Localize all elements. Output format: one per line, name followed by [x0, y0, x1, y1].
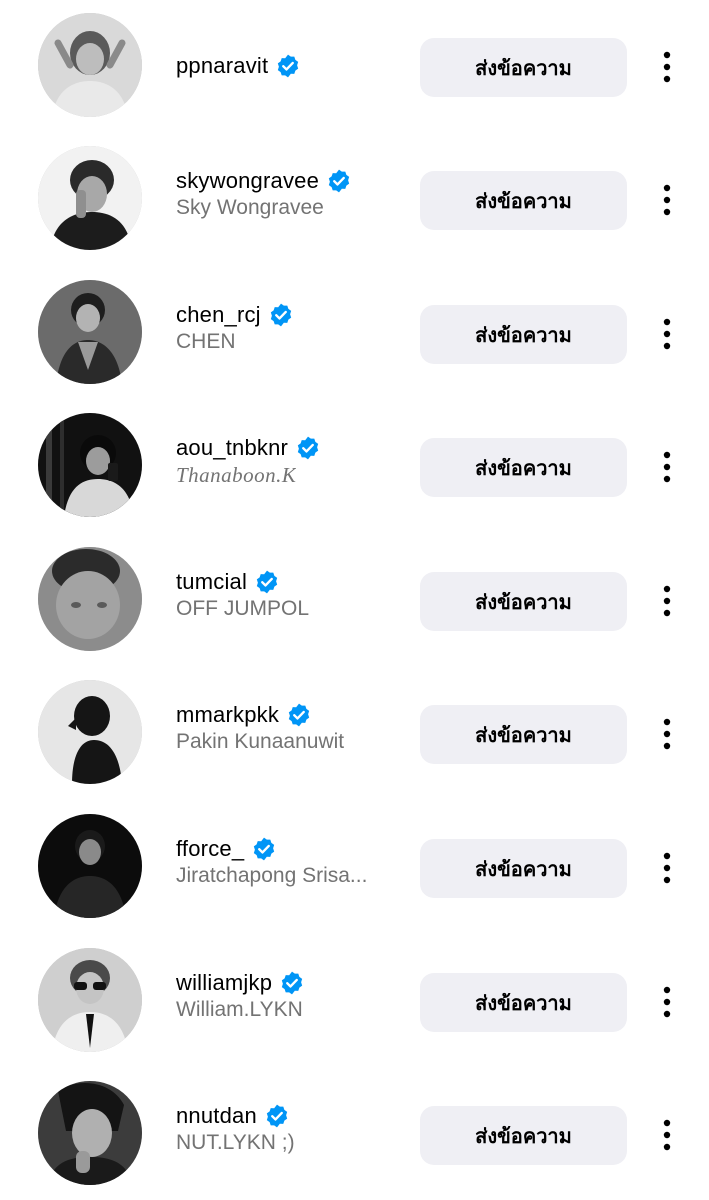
username-line: chen_rcj: [176, 302, 294, 328]
username-line: tumcial: [176, 569, 280, 595]
user-info[interactable]: nnutdan NUT.LYKN ;): [176, 1073, 398, 1193]
username: nnutdan: [176, 1103, 257, 1128]
list-item[interactable]: chen_rcj CHEN ส่งข้อความ: [0, 272, 709, 392]
more-vertical-icon[interactable]: [652, 316, 682, 352]
user-info[interactable]: williamjkp William.LYKN: [176, 940, 398, 1060]
verified-badge-icon: [268, 302, 294, 328]
more-vertical-icon[interactable]: [652, 182, 682, 218]
message-button[interactable]: ส่งข้อความ: [420, 1106, 627, 1165]
verified-badge-icon: [326, 168, 352, 194]
profile-photo: [38, 280, 142, 384]
more-vertical-icon[interactable]: [652, 49, 682, 85]
full-name: William.LYKN: [176, 998, 303, 1021]
list-item[interactable]: mmarkpkk Pakin Kunaanuwit ส่งข้อความ: [0, 672, 709, 792]
avatar[interactable]: [38, 13, 142, 117]
list-item[interactable]: fforce_ Jiratchapong Srisa... ส่งข้อความ: [0, 806, 709, 926]
message-button[interactable]: ส่งข้อความ: [420, 705, 627, 764]
avatar[interactable]: [38, 280, 142, 384]
verified-badge-icon: [264, 1103, 290, 1129]
user-info[interactable]: chen_rcj CHEN: [176, 272, 398, 392]
message-button[interactable]: ส่งข้อความ: [420, 305, 627, 364]
username: skywongravee: [176, 168, 320, 193]
avatar[interactable]: [38, 413, 142, 517]
user-info[interactable]: ppnaravit: [176, 5, 398, 125]
full-name: OFF JUMPOL: [176, 597, 310, 620]
verified-badge-icon: [275, 53, 301, 79]
avatar[interactable]: [38, 1081, 142, 1185]
message-button[interactable]: ส่งข้อความ: [420, 171, 627, 230]
verified-badge-icon: [279, 970, 305, 996]
username-line: ppnaravit: [176, 53, 301, 79]
avatar[interactable]: [38, 814, 142, 918]
profile-photo: [38, 146, 142, 250]
full-name: CHEN: [176, 330, 236, 353]
username: chen_rcj: [176, 302, 261, 327]
full-name: Pakin Kunaanuwit: [176, 730, 345, 753]
username-line: williamjkp: [176, 970, 305, 996]
full-name: Sky Wongravee: [176, 196, 324, 219]
profile-photo: [38, 814, 142, 918]
user-info[interactable]: skywongravee Sky Wongravee: [176, 138, 398, 258]
profile-photo: [38, 13, 142, 117]
user-info[interactable]: mmarkpkk Pakin Kunaanuwit: [176, 672, 398, 792]
username: tumcial: [176, 569, 248, 594]
more-vertical-icon[interactable]: [652, 716, 682, 752]
avatar[interactable]: [38, 948, 142, 1052]
list-item[interactable]: nnutdan NUT.LYKN ;) ส่งข้อความ: [0, 1073, 709, 1193]
avatar[interactable]: [38, 547, 142, 651]
more-vertical-icon[interactable]: [652, 1117, 682, 1153]
list-item[interactable]: ppnaravit ส่งข้อความ: [0, 5, 709, 125]
full-name: Thanaboon.K: [176, 463, 297, 487]
username-line: skywongravee: [176, 168, 352, 194]
verified-badge-icon: [286, 702, 312, 728]
username: ppnaravit: [176, 53, 269, 78]
message-button[interactable]: ส่งข้อความ: [420, 973, 627, 1032]
list-item[interactable]: tumcial OFF JUMPOL ส่งข้อความ: [0, 539, 709, 659]
avatar[interactable]: [38, 680, 142, 784]
username: aou_tnbknr: [176, 435, 289, 460]
avatar[interactable]: [38, 146, 142, 250]
more-vertical-icon[interactable]: [652, 449, 682, 485]
username-line: fforce_: [176, 836, 277, 862]
verified-badge-icon: [295, 435, 321, 461]
message-button[interactable]: ส่งข้อความ: [420, 839, 627, 898]
more-vertical-icon[interactable]: [652, 850, 682, 886]
username-line: aou_tnbknr: [176, 435, 321, 461]
verified-badge-icon: [254, 569, 280, 595]
profile-photo: [38, 413, 142, 517]
username-line: nnutdan: [176, 1103, 290, 1129]
message-button[interactable]: ส่งข้อความ: [420, 572, 627, 631]
profile-photo: [38, 948, 142, 1052]
list-item[interactable]: williamjkp William.LYKN ส่งข้อความ: [0, 940, 709, 1060]
username: williamjkp: [176, 970, 273, 995]
list-item[interactable]: skywongravee Sky Wongravee ส่งข้อความ: [0, 138, 709, 258]
list-item[interactable]: aou_tnbknr Thanaboon.K ส่งข้อความ: [0, 405, 709, 525]
profile-photo: [38, 1081, 142, 1185]
username: fforce_: [176, 836, 245, 861]
more-vertical-icon[interactable]: [652, 984, 682, 1020]
user-info[interactable]: fforce_ Jiratchapong Srisa...: [176, 806, 398, 926]
message-button[interactable]: ส่งข้อความ: [420, 438, 627, 497]
username: mmarkpkk: [176, 702, 280, 727]
message-button[interactable]: ส่งข้อความ: [420, 38, 627, 97]
username-line: mmarkpkk: [176, 702, 312, 728]
user-info[interactable]: aou_tnbknr Thanaboon.K: [176, 405, 398, 525]
full-name: NUT.LYKN ;): [176, 1131, 295, 1154]
profile-photo: [38, 680, 142, 784]
user-info[interactable]: tumcial OFF JUMPOL: [176, 539, 398, 659]
verified-badge-icon: [251, 836, 277, 862]
more-vertical-icon[interactable]: [652, 583, 682, 619]
profile-photo: [38, 547, 142, 651]
full-name: Jiratchapong Srisa...: [176, 864, 368, 887]
